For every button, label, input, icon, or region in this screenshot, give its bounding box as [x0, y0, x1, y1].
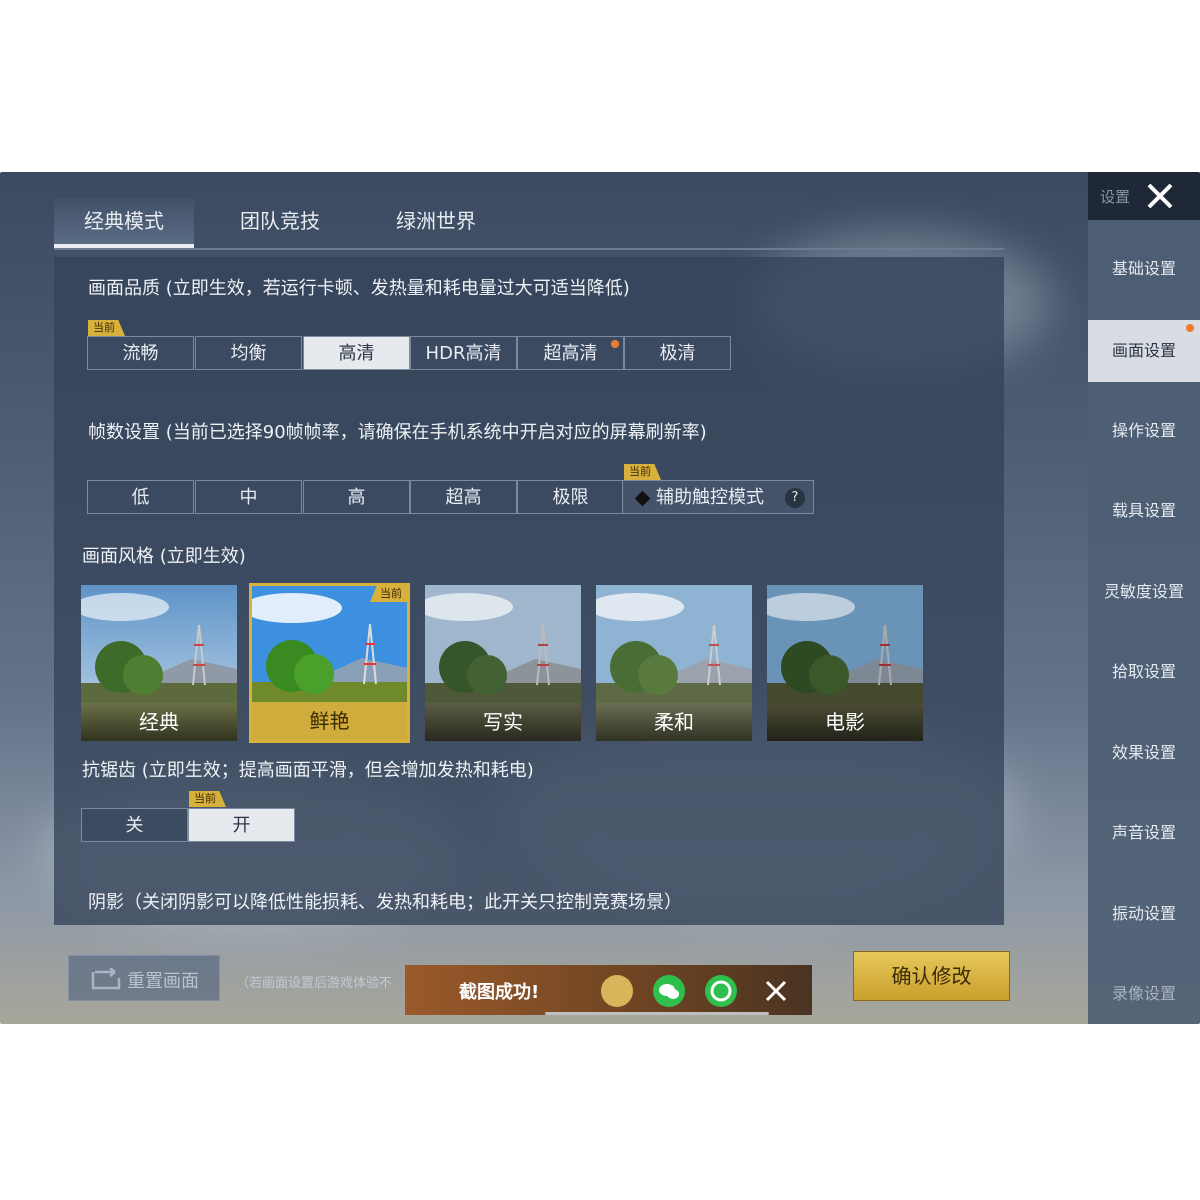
reset-display-button[interactable]: 重置画面 [68, 955, 220, 1001]
style-option-label: 鲜艳 [252, 702, 407, 740]
fps-option-assist-touch[interactable]: 辅助触控模式 ? [622, 480, 814, 514]
fps-option-low[interactable]: 低 [87, 480, 194, 514]
style-option-vivid[interactable]: 当前 鲜艳 [249, 583, 410, 743]
quality-option-extreme[interactable]: 极清 [624, 336, 731, 370]
antialias-on-button[interactable]: 开 [188, 808, 295, 842]
tab-classic-mode[interactable]: 经典模式 [54, 198, 194, 248]
toast-progress [545, 1012, 769, 1015]
sidebar-item-display[interactable]: 画面设置 [1088, 320, 1200, 382]
confirm-changes-button[interactable]: 确认修改 [853, 951, 1010, 1001]
style-option-realistic[interactable]: 写实 [425, 585, 581, 741]
sidebar-item-vehicle[interactable]: 载具设置 [1088, 480, 1200, 542]
quality-option-hdr[interactable]: HDR高清 [410, 336, 517, 370]
wechat-glyph [659, 984, 679, 999]
antialias-label: 抗锯齿 (立即生效；提高画面平滑，但会增加发热和耗电) [82, 760, 534, 781]
settings-title: 设置 [1100, 188, 1131, 206]
tab-oasis-world[interactable]: 绿洲世界 [360, 198, 512, 244]
wechat-icon[interactable] [653, 975, 685, 1007]
reset-icon [91, 968, 121, 990]
toast-message: 截图成功! [459, 982, 540, 1003]
help-icon[interactable]: ? [785, 488, 805, 508]
new-indicator-dot [1186, 324, 1194, 332]
settings-sidebar: 设置 基础设置 画面设置 操作设置 载具设置 灵敏度设置 拾取设置 效果设置 声… [1088, 172, 1200, 1024]
share-game-icon[interactable] [601, 975, 633, 1007]
style-option-label: 电影 [767, 703, 923, 741]
style-option-label: 柔和 [596, 703, 752, 741]
mode-tab-bar: 经典模式 团队竞技 绿洲世界 [54, 198, 1004, 250]
assist-touch-label: 辅助触控模式 [656, 487, 764, 508]
close-settings-icon[interactable] [1144, 180, 1176, 212]
sidebar-item-controls[interactable]: 操作设置 [1088, 400, 1200, 462]
sidebar-item-pickup[interactable]: 拾取设置 [1088, 641, 1200, 703]
style-option-classic[interactable]: 经典 [81, 585, 237, 741]
screenshot-toast: 截图成功! [405, 965, 812, 1015]
quality-option-balanced[interactable]: 均衡 [195, 336, 302, 370]
style-option-label: 经典 [81, 703, 237, 741]
sidebar-item-basic[interactable]: 基础设置 [1088, 238, 1200, 300]
antialias-off-button[interactable]: 关 [81, 808, 188, 842]
sidebar-item-sensitivity[interactable]: 灵敏度设置 [1088, 561, 1200, 623]
reset-label: 重置画面 [127, 971, 199, 992]
quality-option-ultra-hd[interactable]: 超高清 [517, 336, 624, 370]
sidebar-header: 设置 [1088, 172, 1200, 220]
fps-option-high[interactable]: 高 [303, 480, 410, 514]
style-label: 画面风格 (立即生效) [82, 546, 246, 567]
game-settings-screen: 经典模式 团队竞技 绿洲世界 画面品质 (立即生效，若运行卡顿、发热量和耗电量过… [0, 172, 1200, 1024]
fps-label: 帧数设置 (当前已选择90帧帧率，请确保在手机系统中开启对应的屏幕刷新率) [88, 422, 707, 443]
style-option-cinema[interactable]: 电影 [767, 585, 923, 741]
close-toast-icon[interactable] [765, 980, 787, 1002]
style-option-soft[interactable]: 柔和 [596, 585, 752, 741]
style-option-label: 写实 [425, 703, 581, 741]
diamond-icon [634, 490, 651, 506]
sidebar-item-sound[interactable]: 声音设置 [1088, 802, 1200, 864]
new-indicator-dot [611, 340, 619, 348]
reset-note: （若画面设置后游戏体验不 [236, 976, 393, 991]
moments-glyph [710, 980, 732, 1002]
tab-team-deathmatch[interactable]: 团队竞技 [204, 198, 356, 244]
quality-option-smooth[interactable]: 流畅 [87, 336, 194, 370]
sidebar-item-effects[interactable]: 效果设置 [1088, 722, 1200, 784]
fps-option-medium[interactable]: 中 [195, 480, 302, 514]
quality-label: 画面品质 (立即生效，若运行卡顿、发热量和耗电量过大可适当降低) [88, 278, 630, 299]
moments-icon[interactable] [705, 975, 737, 1007]
sidebar-item-recording[interactable]: 录像设置 [1088, 963, 1200, 1024]
sidebar-item-vibration[interactable]: 振动设置 [1088, 883, 1200, 945]
fps-option-ultra[interactable]: 超高 [410, 480, 517, 514]
shadow-label: 阴影（关闭阴影可以降低性能损耗、发热和耗电；此开关只控制竞赛场景） [88, 892, 682, 913]
fps-option-extreme[interactable]: 极限 [517, 480, 624, 514]
quality-option-hd[interactable]: 高清 [303, 336, 410, 370]
